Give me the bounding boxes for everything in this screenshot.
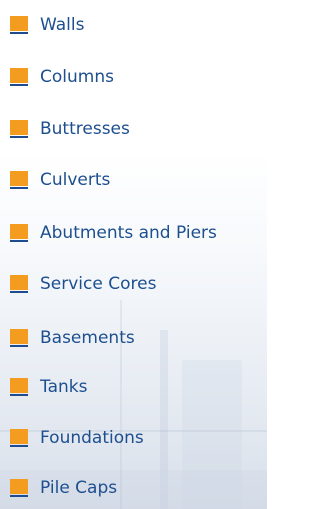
menu-item-basements[interactable]: Basements [10, 324, 135, 352]
orange-square-bullet-icon [10, 275, 28, 293]
menu-item-label: Columns [40, 67, 114, 87]
menu-item-label: Basements [40, 328, 135, 348]
menu-item-abutments-and-piers[interactable]: Abutments and Piers [10, 219, 217, 247]
menu-item-walls[interactable]: Walls [10, 11, 84, 39]
menu-item-culverts[interactable]: Culverts [10, 166, 110, 194]
orange-square-bullet-icon [10, 68, 28, 86]
menu-item-foundations[interactable]: Foundations [10, 424, 144, 452]
application-menu: Walls Columns Buttresses Culverts Abutme… [0, 0, 267, 509]
menu-item-buttresses[interactable]: Buttresses [10, 115, 130, 143]
orange-square-bullet-icon [10, 120, 28, 138]
menu-item-columns[interactable]: Columns [10, 63, 114, 91]
menu-item-pile-caps[interactable]: Pile Caps [10, 474, 117, 502]
menu-item-label: Abutments and Piers [40, 223, 217, 243]
orange-square-bullet-icon [10, 479, 28, 497]
orange-square-bullet-icon [10, 224, 28, 242]
orange-square-bullet-icon [10, 429, 28, 447]
menu-item-label: Walls [40, 15, 85, 35]
menu-item-service-cores[interactable]: Service Cores [10, 270, 156, 298]
menu-item-label: Buttresses [40, 119, 130, 139]
orange-square-bullet-icon [10, 171, 28, 189]
menu-item-label: Service Cores [40, 274, 157, 294]
menu-item-label: Culverts [40, 170, 111, 190]
menu-item-label: Tanks [40, 377, 88, 397]
menu-item-tanks[interactable]: Tanks [10, 373, 87, 401]
menu-item-label: Pile Caps [40, 478, 118, 498]
orange-square-bullet-icon [10, 329, 28, 347]
orange-square-bullet-icon [10, 16, 28, 34]
menu-item-label: Foundations [40, 428, 144, 448]
orange-square-bullet-icon [10, 378, 28, 396]
